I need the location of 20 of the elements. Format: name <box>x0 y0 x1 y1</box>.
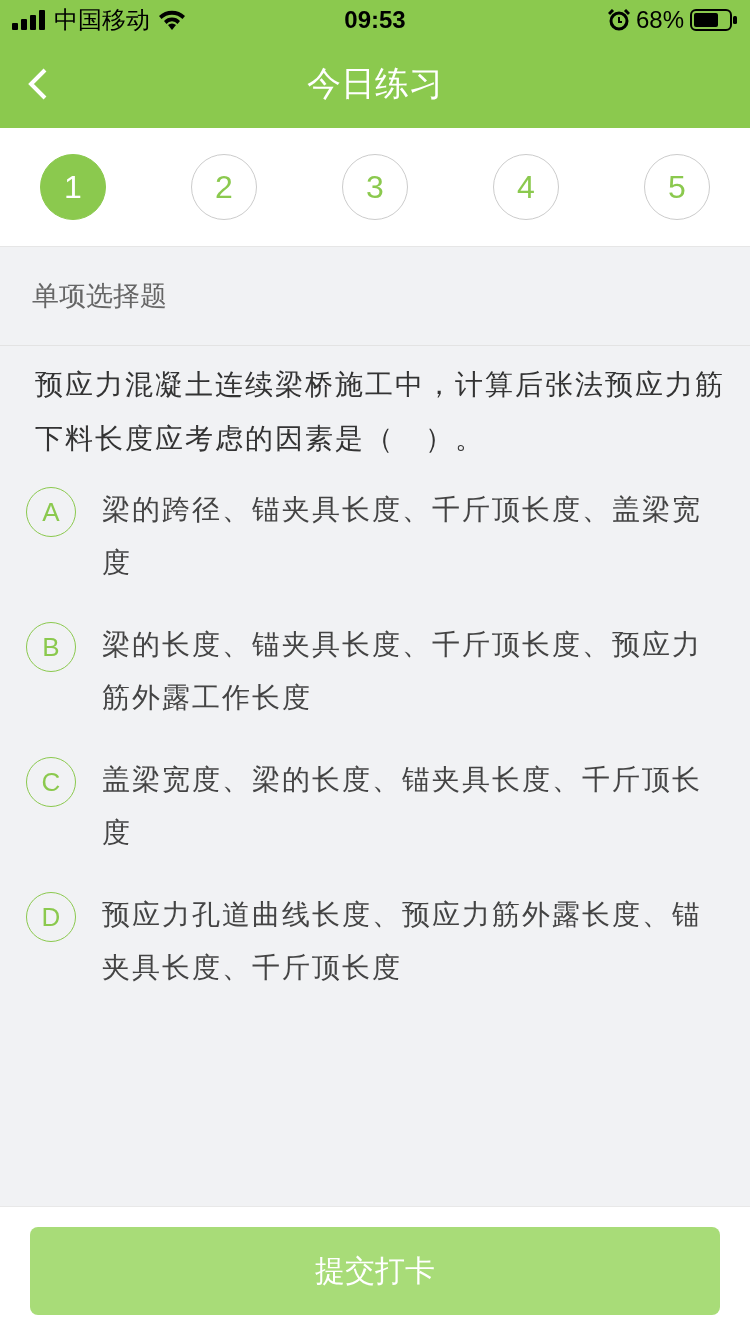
back-icon[interactable] <box>28 68 48 100</box>
clock-time: 09:53 <box>344 6 406 34</box>
option-letter[interactable]: B <box>26 622 76 672</box>
battery-icon <box>690 9 738 31</box>
question-type: 单项选择题 <box>32 280 167 313</box>
option-letter[interactable]: D <box>26 892 76 942</box>
battery-percent: 68% <box>635 6 684 34</box>
option-text[interactable]: 梁的长度、锚夹具长度、千斤顶长度、预应力筋外露工作长度 <box>102 618 712 724</box>
signal-icon <box>12 10 46 30</box>
option-text[interactable]: 梁的跨径、锚夹具长度、千斤顶长度、盖梁宽度 <box>102 483 712 589</box>
option-letter[interactable]: A <box>26 487 76 537</box>
option-text[interactable]: 预应力孔道曲线长度、预应力筋外露长度、锚夹具长度、千斤顶长度 <box>102 888 712 994</box>
step-number[interactable]: 1 <box>40 154 106 220</box>
option-text[interactable]: 盖梁宽度、梁的长度、锚夹具长度、千斤顶长度 <box>102 753 712 859</box>
question-text: 预应力混凝土连续梁桥施工中，计算后张法预应力筋下料长度应考虑的因素是（ ）。 <box>34 368 726 456</box>
alarm-icon <box>607 9 630 31</box>
page-title: 今日练习 <box>307 63 443 104</box>
option-letter[interactable]: C <box>26 757 76 807</box>
wifi-icon <box>158 10 186 30</box>
carrier-name: 中国移动 <box>54 5 150 35</box>
